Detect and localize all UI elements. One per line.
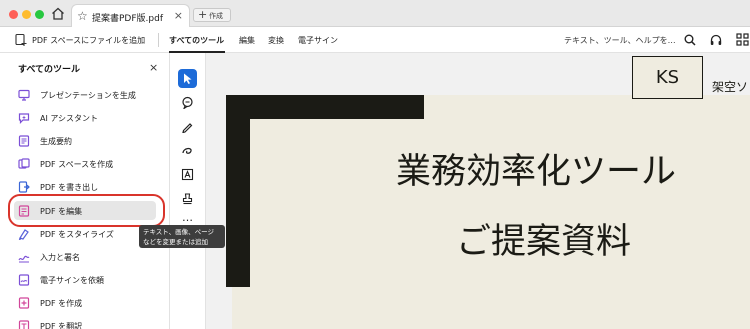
tool-request-esign[interactable]: 電子サインを依頼 (14, 270, 156, 289)
document-title-line1: 業務効率化ツール (396, 152, 677, 192)
select-icon (184, 73, 192, 84)
create-pdf-icon (18, 297, 30, 309)
tab-convert[interactable]: 変換 (268, 35, 284, 46)
tool-label: 入力と署名 (40, 253, 80, 262)
main-toolbar: PDF スペースにファイルを追加 すべてのツール 編集 変換 電子サイン テキス… (0, 27, 750, 53)
company-logo-box: KS (632, 56, 703, 99)
draw-icon (182, 147, 192, 154)
zoom-window-button[interactable] (35, 10, 44, 19)
translate-icon (18, 320, 30, 329)
edit-pdf-tooltip: テキスト、画像、ページ などを変更または追加 (139, 225, 225, 248)
tab-title: 提案書PDF版.pdf (92, 14, 163, 24)
tool-create-pdf-space[interactable]: PDF スペースを作成 (14, 154, 156, 173)
tool-label: 生成要約 (40, 137, 72, 146)
stamp-tool-button[interactable] (178, 189, 197, 208)
text-box-tool-button[interactable] (178, 165, 197, 184)
comment-icon (182, 96, 193, 109)
draw-tool-button[interactable] (178, 141, 197, 160)
document-title-line2: ご提案資料 (456, 222, 632, 262)
stylize-icon (18, 229, 29, 240)
export-pdf-icon (18, 181, 30, 193)
request-esign-icon (18, 274, 30, 286)
tab-document[interactable]: ☆ 提案書PDF版.pdf × (71, 4, 190, 27)
home-icon[interactable] (51, 7, 65, 20)
headset-icon[interactable] (709, 33, 723, 47)
company-logo-text: KS (655, 67, 680, 88)
stamp-icon (182, 193, 193, 205)
comment-tool-button[interactable] (178, 93, 197, 112)
tool-fill-sign[interactable]: 入力と署名 (14, 247, 156, 266)
quick-tools-rail: … (170, 53, 206, 329)
page-decoration-bar-top (226, 95, 424, 119)
tool-label: PDF を作成 (40, 299, 83, 308)
tool-label: AI アシスタント (40, 114, 99, 123)
fill-sign-icon (18, 255, 30, 263)
tool-label: PDF を翻訳 (40, 322, 83, 329)
edit-pdf-highlight-annotation (8, 194, 165, 227)
tab-esign[interactable]: 電子サイン (298, 35, 338, 46)
new-tab-label: 作成 (209, 12, 223, 20)
tab-all-tools[interactable]: すべてのツール (169, 35, 224, 46)
tool-create-pdf[interactable]: PDF を作成 (14, 293, 156, 312)
select-tool-button[interactable] (178, 69, 197, 88)
tool-generative-summary[interactable]: 生成要約 (14, 131, 156, 150)
apps-grid-icon[interactable] (736, 33, 750, 47)
minimize-window-button[interactable] (22, 10, 31, 19)
tool-generate-presentation[interactable]: プレゼンテーションを生成 (14, 85, 156, 104)
panel-close-icon[interactable]: × (149, 61, 158, 74)
presentation-icon (18, 89, 30, 101)
add-to-pdf-space-label: PDF スペースにファイルを追加 (32, 36, 146, 45)
pen-tool-button[interactable] (178, 117, 197, 136)
tool-label: PDF をスタイライズ (40, 230, 114, 239)
document-viewer[interactable]: KS 架空ソ 業務効率化ツール ご提案資料 (206, 53, 750, 329)
company-name: 架空ソ (712, 80, 749, 94)
tab-close-icon[interactable]: × (174, 9, 183, 22)
tool-label: PDF を書き出し (40, 183, 99, 192)
star-icon[interactable]: ☆ (77, 9, 88, 23)
tool-label: 電子サインを依頼 (40, 276, 104, 285)
all-tools-panel: すべてのツール × プレゼンテーションを生成 AI アシスタント 生成要約 PD… (0, 53, 170, 329)
tool-label: PDF スペースを作成 (40, 160, 114, 169)
pdf-page[interactable] (232, 95, 750, 329)
more-icon: … (182, 211, 193, 224)
pdf-space-icon (18, 158, 30, 169)
ai-assistant-icon (18, 113, 30, 124)
toolbar-divider (158, 33, 159, 47)
tooltip-line2: などを変更または追加 (143, 238, 208, 246)
pen-icon (182, 123, 193, 133)
tab-edit[interactable]: 編集 (239, 35, 255, 46)
tool-label: プレゼンテーションを生成 (40, 91, 136, 100)
page-decoration-bar-left (226, 95, 250, 287)
tooltip-line1: テキスト、画像、ページ (143, 228, 215, 236)
text-box-icon (181, 168, 194, 181)
tool-translate-pdf[interactable]: PDF を翻訳 (14, 316, 156, 329)
title-bar: ☆ 提案書PDF版.pdf × + 作成 (0, 0, 750, 27)
search-input[interactable]: テキスト、ツール、ヘルプを… (564, 35, 676, 46)
add-file-icon (15, 33, 27, 46)
summary-icon (18, 135, 30, 147)
search-icon[interactable] (683, 33, 697, 47)
panel-title: すべてのツール (18, 65, 81, 75)
plus-icon: + (198, 8, 208, 21)
close-window-button[interactable] (9, 10, 18, 19)
new-tab-button[interactable]: + 作成 (193, 8, 231, 22)
tool-ai-assistant[interactable]: AI アシスタント (14, 108, 156, 127)
